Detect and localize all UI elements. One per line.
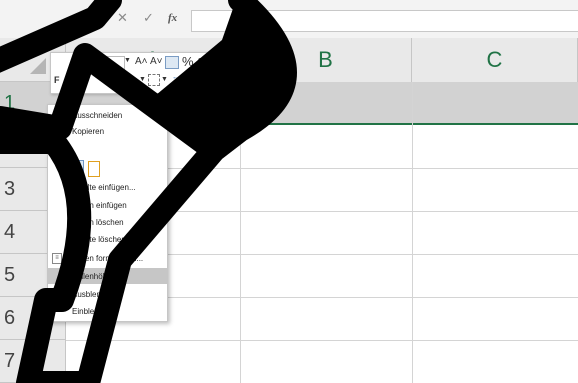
column-header-c[interactable]: C: [412, 38, 578, 82]
menu-item-label: Kopieren: [72, 126, 105, 136]
grow-font-button[interactable]: A˄: [135, 56, 148, 67]
menu-item-row-height[interactable]: Zeilenhöhe...: [48, 268, 167, 284]
menu-item-paste-special[interactable]: Inhalte einfügen...: [48, 179, 167, 195]
menu-item-label: Inhalte löschen: [72, 234, 126, 244]
scissors-icon: ✂: [54, 109, 62, 120]
format-painter-icon[interactable]: ◆: [211, 71, 221, 87]
decrease-decimal-button[interactable]: .00→: [191, 74, 208, 81]
menu-item-label: Zellen einfügen: [72, 200, 127, 210]
wrap-format-icon[interactable]: [165, 56, 179, 69]
menu-item-format-cells[interactable]: ≡ Zellen formatieren...: [48, 250, 167, 266]
font-color-dropdown-icon[interactable]: ▼: [139, 76, 146, 83]
menu-item-clear-contents[interactable]: Inhalte löschen: [48, 231, 167, 247]
copy-icon: ❐: [54, 125, 63, 136]
menu-item-delete-cells[interactable]: Zellen löschen: [48, 214, 167, 230]
menu-item-insert-cells[interactable]: Zellen einfügen: [48, 197, 167, 213]
paste-icon[interactable]: [68, 160, 84, 178]
context-menu: ✂ Ausschneiden ❐ Kopieren Inhalte einfüg…: [47, 104, 168, 322]
font-color-button[interactable]: A: [127, 73, 134, 85]
menu-item-unhide[interactable]: Einblenden: [48, 303, 167, 319]
font-size-dropdown-icon[interactable]: ▼: [124, 57, 131, 64]
menu-item-copy[interactable]: ❐ Kopieren: [48, 123, 167, 139]
format-table-icon[interactable]: [215, 56, 229, 69]
menu-item-label: Zellen löschen: [72, 217, 124, 227]
menu-item-label: Inhalte einfügen...: [72, 182, 136, 192]
percent-button[interactable]: %: [182, 54, 194, 69]
paste-values-icon[interactable]: [88, 161, 100, 177]
column-header-b[interactable]: B: [240, 38, 412, 82]
insert-function-button[interactable]: fx: [168, 12, 177, 24]
row-header-7[interactable]: 7: [0, 340, 66, 383]
menu-heading-paste-options: [48, 139, 167, 151]
confirm-entry-button[interactable]: ✓: [143, 10, 154, 26]
menu-item-label: Einblenden: [72, 306, 113, 316]
menu-item-label: Zellen formatieren...: [72, 253, 144, 263]
formula-input[interactable]: [191, 10, 578, 32]
select-all-triangle-icon: [30, 58, 46, 74]
highlight-dropdown-icon[interactable]: ▼: [117, 76, 124, 83]
grid-line: [66, 340, 578, 341]
mini-toolbar: 11 ▼ A˄ A˅ % 000 F ▼ A ▼ ▼ ←.0 .00→ ◆: [50, 52, 238, 94]
menu-item-hide[interactable]: Ausblenden: [48, 286, 167, 302]
bold-button[interactable]: F: [54, 75, 60, 85]
formula-bar: ▼ ⋮ ✕ ✓ fx: [0, 0, 578, 39]
borders-dropdown-icon[interactable]: ▼: [161, 76, 168, 83]
cancel-entry-button[interactable]: ✕: [117, 10, 128, 26]
menu-item-label: Ausschneiden: [72, 110, 123, 120]
menu-item-label: Zeilenhöhe...: [72, 271, 119, 281]
font-size-box[interactable]: 11: [93, 56, 125, 70]
shrink-font-button[interactable]: A˅: [150, 56, 163, 67]
borders-icon[interactable]: [148, 74, 160, 86]
grid-line: [240, 82, 241, 383]
menu-item-cut[interactable]: ✂ Ausschneiden: [48, 107, 167, 123]
formula-bar-separator: ⋮: [94, 13, 104, 24]
paste-option-row: [48, 157, 167, 181]
format-cells-icon: ≡: [52, 252, 62, 264]
increase-decimal-button[interactable]: ←.0: [172, 74, 185, 81]
grid-line: [412, 82, 413, 383]
thousands-separator-button[interactable]: 000: [198, 58, 210, 65]
name-box-dropdown-icon[interactable]: ▼: [70, 15, 78, 24]
menu-item-label: Ausblenden: [72, 289, 115, 299]
